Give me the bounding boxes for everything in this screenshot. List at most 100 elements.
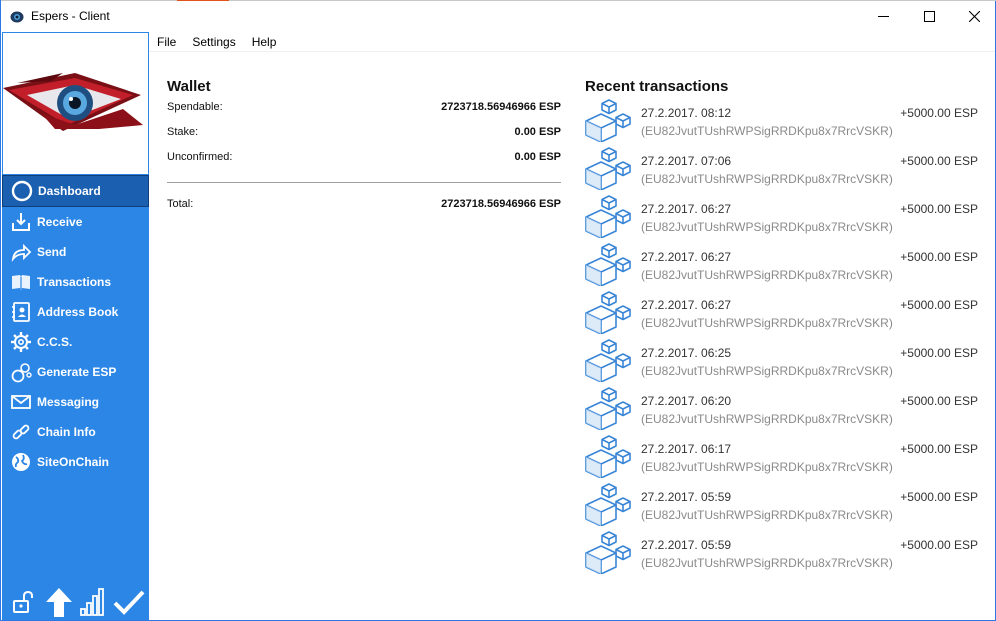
transaction-date: 27.2.2017. 06:27: [641, 250, 732, 264]
transaction-amount: +5000.00 ESP: [900, 538, 978, 552]
transaction-row[interactable]: 27.2.2017. 06:20 (EU82JvutTUshRWPSigRRDK…: [585, 386, 981, 434]
transaction-address: (EU82JvutTUshRWPSigRRDKpu8x7RrcVSKR): [641, 412, 893, 426]
minimize-button[interactable]: [860, 1, 906, 32]
transaction-row[interactable]: 27.2.2017. 08:12 (EU82JvutTUshRWPSigRRDK…: [585, 98, 981, 146]
blocks-icon: [585, 530, 633, 575]
transaction-row[interactable]: 27.2.2017. 06:27 (EU82JvutTUshRWPSigRRDK…: [585, 194, 981, 242]
transaction-address: (EU82JvutTUshRWPSigRRDKpu8x7RrcVSKR): [641, 124, 893, 138]
transaction-amount: +5000.00 ESP: [900, 250, 978, 264]
transaction-date: 27.2.2017. 06:25: [641, 346, 732, 360]
envelope-icon: [9, 390, 33, 414]
close-icon: [968, 11, 980, 22]
receive-icon: [9, 210, 33, 234]
unconfirmed-label: Unconfirmed:: [167, 151, 233, 163]
gear-icon: [9, 330, 33, 354]
maximize-button[interactable]: [906, 1, 952, 32]
sidebar-item-messaging[interactable]: Messaging: [2, 387, 149, 417]
blocks-icon: [585, 98, 633, 143]
transaction-amount: +5000.00 ESP: [900, 106, 978, 120]
spendable-label: Spendable:: [167, 101, 223, 113]
stake-row: Stake: 0.00 ESP: [167, 126, 561, 151]
menu-settings[interactable]: Settings: [192, 35, 235, 49]
transaction-row[interactable]: 27.2.2017. 06:27 (EU82JvutTUshRWPSigRRDK…: [585, 242, 981, 290]
sidebar-item-label: Chain Info: [37, 425, 96, 439]
status-bar: [2, 584, 149, 620]
transaction-row[interactable]: 27.2.2017. 05:59 (EU82JvutTUshRWPSigRRDK…: [585, 482, 981, 530]
sidebar: Dashboard Receive Send Transactions Addr…: [2, 32, 149, 620]
sidebar-item-generate-esp[interactable]: Generate ESP: [2, 357, 149, 387]
transaction-date: 27.2.2017. 05:59: [641, 490, 732, 504]
sidebar-item-label: Receive: [37, 215, 83, 229]
unconfirmed-row: Unconfirmed: 0.00 ESP: [167, 151, 561, 176]
sidebar-item-label: Address Book: [37, 305, 119, 319]
sidebar-item-dashboard[interactable]: Dashboard: [2, 175, 149, 207]
sync-arrow-icon[interactable]: [42, 584, 76, 620]
espers-eye-logo: [2, 32, 149, 175]
transaction-row[interactable]: 27.2.2017. 06:27 (EU82JvutTUshRWPSigRRDK…: [585, 290, 981, 338]
recent-transactions-title: Recent transactions: [585, 78, 729, 95]
stake-value: 0.00 ESP: [514, 126, 561, 138]
blocks-icon: [585, 434, 633, 479]
transaction-amount: +5000.00 ESP: [900, 442, 978, 456]
sidebar-item-siteonchain[interactable]: SiteOnChain: [2, 447, 149, 477]
sidebar-item-label: Dashboard: [38, 184, 101, 198]
checkmark-icon[interactable]: [112, 584, 146, 620]
sidebar-item-label: SiteOnChain: [37, 455, 110, 469]
transaction-row[interactable]: 27.2.2017. 07:06 (EU82JvutTUshRWPSigRRDK…: [585, 146, 981, 194]
sidebar-item-transactions[interactable]: Transactions: [2, 267, 149, 297]
blocks-icon: [585, 482, 633, 527]
sidebar-item-send[interactable]: Send: [2, 237, 149, 267]
spendable-row: Spendable: 2723718.56946966 ESP: [167, 101, 561, 126]
transaction-address: (EU82JvutTUshRWPSigRRDKpu8x7RrcVSKR): [641, 460, 893, 474]
menu-file[interactable]: File: [157, 35, 176, 49]
transaction-row[interactable]: 27.2.2017. 06:25 (EU82JvutTUshRWPSigRRDK…: [585, 338, 981, 386]
sidebar-item-address-book[interactable]: Address Book: [2, 297, 149, 327]
sidebar-item-label: Transactions: [37, 275, 112, 289]
transaction-amount: +5000.00 ESP: [900, 490, 978, 504]
espers-logo-icon: [10, 11, 24, 23]
transaction-amount: +5000.00 ESP: [900, 346, 978, 360]
transaction-date: 27.2.2017. 08:12: [641, 106, 732, 120]
transaction-row[interactable]: 27.2.2017. 05:59 (EU82JvutTUshRWPSigRRDK…: [585, 530, 981, 578]
signal-bars-icon[interactable]: [78, 584, 108, 620]
sidebar-nav: Dashboard Receive Send Transactions Addr…: [2, 175, 149, 477]
book-icon: [9, 270, 33, 294]
transaction-amount: +5000.00 ESP: [900, 202, 978, 216]
address-book-icon: [9, 300, 33, 324]
menu-bar: File Settings Help: [149, 32, 995, 52]
unlocked-lock-icon[interactable]: [10, 584, 38, 620]
transaction-date: 27.2.2017. 06:20: [641, 394, 732, 408]
sidebar-item-label: C.C.S.: [37, 335, 73, 349]
globe-icon: [9, 450, 33, 474]
blocks-icon: [585, 386, 633, 431]
sidebar-item-receive[interactable]: Receive: [2, 207, 149, 237]
blocks-icon: [585, 146, 633, 191]
minimize-icon: [877, 16, 889, 17]
sidebar-item-chain-info[interactable]: Chain Info: [2, 417, 149, 447]
transaction-address: (EU82JvutTUshRWPSigRRDKpu8x7RrcVSKR): [641, 508, 893, 522]
sidebar-item-ccs[interactable]: C.C.S.: [2, 327, 149, 357]
title-bar[interactable]: Espers - Client: [1, 1, 995, 32]
total-row: Total: 2723718.56946966 ESP: [167, 198, 561, 223]
menu-help[interactable]: Help: [252, 35, 277, 49]
blocks-icon: [585, 338, 633, 383]
wallet-title: Wallet: [167, 78, 211, 95]
stake-label: Stake:: [167, 126, 199, 138]
close-button[interactable]: [951, 1, 996, 32]
transaction-date: 27.2.2017. 05:59: [641, 538, 732, 552]
total-label: Total:: [167, 198, 194, 210]
sidebar-item-label: Messaging: [37, 395, 100, 409]
transaction-amount: +5000.00 ESP: [900, 154, 978, 168]
transaction-list: 27.2.2017. 08:12 (EU82JvutTUshRWPSigRRDK…: [585, 98, 981, 578]
coins-icon: [9, 360, 33, 384]
unconfirmed-value: 0.00 ESP: [514, 151, 561, 163]
transaction-address: (EU82JvutTUshRWPSigRRDKpu8x7RrcVSKR): [641, 268, 893, 282]
transaction-address: (EU82JvutTUshRWPSigRRDKpu8x7RrcVSKR): [641, 172, 893, 186]
transaction-address: (EU82JvutTUshRWPSigRRDKpu8x7RrcVSKR): [641, 220, 893, 234]
transaction-date: 27.2.2017. 06:27: [641, 298, 732, 312]
transaction-date: 27.2.2017. 06:27: [641, 202, 732, 216]
app-window: Espers - Client Dashboard Receive Send T…: [0, 0, 996, 621]
dashboard-icon: [10, 179, 34, 203]
transaction-amount: +5000.00 ESP: [900, 298, 978, 312]
transaction-row[interactable]: 27.2.2017. 06:17 (EU82JvutTUshRWPSigRRDK…: [585, 434, 981, 482]
